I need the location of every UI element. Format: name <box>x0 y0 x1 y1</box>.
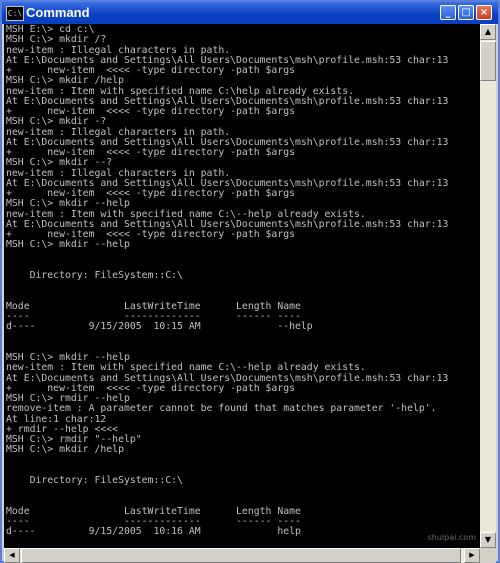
window-title: Command <box>26 5 90 20</box>
console-line: MSH C:\> mkdir --? <box>6 157 113 169</box>
console-line: MSH C:\> mkdir -? <box>6 116 107 128</box>
vertical-scrollbar[interactable]: ▲ ▼ <box>480 24 496 548</box>
console-line: MSH C:\> mkdir --help <box>6 239 130 251</box>
scroll-right-arrow-icon[interactable]: ▶ <box>464 548 480 563</box>
title-bar[interactable]: C:\ Command _ □ × <box>2 2 498 24</box>
console-output[interactable]: MSH E:\> cd c:\ MSH C:\> mkdir /? new-item… <box>4 24 480 548</box>
maximize-button[interactable]: □ <box>458 5 474 20</box>
minimize-button[interactable]: _ <box>440 5 456 20</box>
console-line: MSH C:\> mkdir /help <box>6 75 124 87</box>
scroll-up-arrow-icon[interactable]: ▲ <box>480 24 496 40</box>
console-line: Directory: FileSystem::C:\ <box>6 270 183 281</box>
horizontal-scrollbar[interactable]: ◀ ▶ <box>4 548 480 563</box>
console-text: MSH E:\> cd c:\ MSH C:\> mkdir /? new-item… <box>4 24 480 548</box>
console-app-icon[interactable]: C:\ <box>6 6 24 21</box>
vertical-scroll-thumb[interactable] <box>480 41 496 81</box>
console-window: C:\ Command _ □ × MSH E:\> cd c:\ MSH C:\… <box>0 0 500 563</box>
console-line: new-item : Item with specified name C:\-… <box>6 362 366 374</box>
console-line: Directory: FileSystem::C:\ <box>6 475 183 486</box>
console-line: MSH C:\> mkdir /help <box>6 444 124 456</box>
console-line: d---- 9/15/2005 10:16 AM help <box>6 526 301 538</box>
console-line: d---- 9/15/2005 10:15 AM --help <box>6 321 313 333</box>
watermark: shuipai.com <box>427 533 476 542</box>
console-line: MSH C:\> mkdir /? <box>6 34 107 46</box>
console-line: MSH C:\> mkdir --help <box>6 198 130 210</box>
scroll-left-arrow-icon[interactable]: ◀ <box>4 548 20 563</box>
horizontal-scroll-thumb[interactable] <box>21 548 461 563</box>
console-line: remove-item : A parameter cannot be foun… <box>6 403 437 415</box>
scroll-down-arrow-icon[interactable]: ▼ <box>480 532 496 548</box>
resize-grip[interactable] <box>480 548 496 563</box>
close-button[interactable]: × <box>476 5 492 20</box>
